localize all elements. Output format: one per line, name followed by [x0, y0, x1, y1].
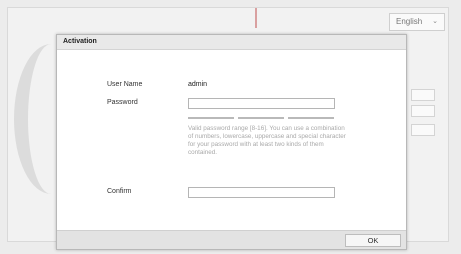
ok-button[interactable]: OK: [345, 234, 401, 247]
password-field[interactable]: [188, 98, 335, 109]
background-password-field: [411, 105, 435, 117]
password-label: Password: [107, 99, 138, 106]
password-strength-segment-3: [288, 117, 334, 119]
password-hint: Valid password range [8-16]. You can use…: [188, 125, 346, 157]
dialog-footer: OK: [57, 230, 406, 249]
background-username-field: [411, 89, 435, 101]
activation-dialog: Activation User Name admin Password Vali…: [56, 34, 407, 250]
confirm-password-field[interactable]: [188, 187, 335, 198]
language-select-value: English: [396, 17, 423, 26]
chevron-down-icon: ⌄: [432, 18, 438, 25]
confirm-label: Confirm: [107, 188, 132, 195]
password-strength-segment-2: [238, 117, 284, 119]
language-select[interactable]: English ⌄: [389, 13, 445, 31]
username-label: User Name: [107, 81, 143, 88]
dialog-header: Activation: [57, 35, 406, 50]
background-login-button: [411, 124, 435, 136]
password-strength-segment-1: [188, 117, 234, 119]
decorative-divider: [255, 8, 257, 28]
dialog-title: Activation: [63, 38, 97, 45]
username-value: admin: [188, 81, 208, 88]
